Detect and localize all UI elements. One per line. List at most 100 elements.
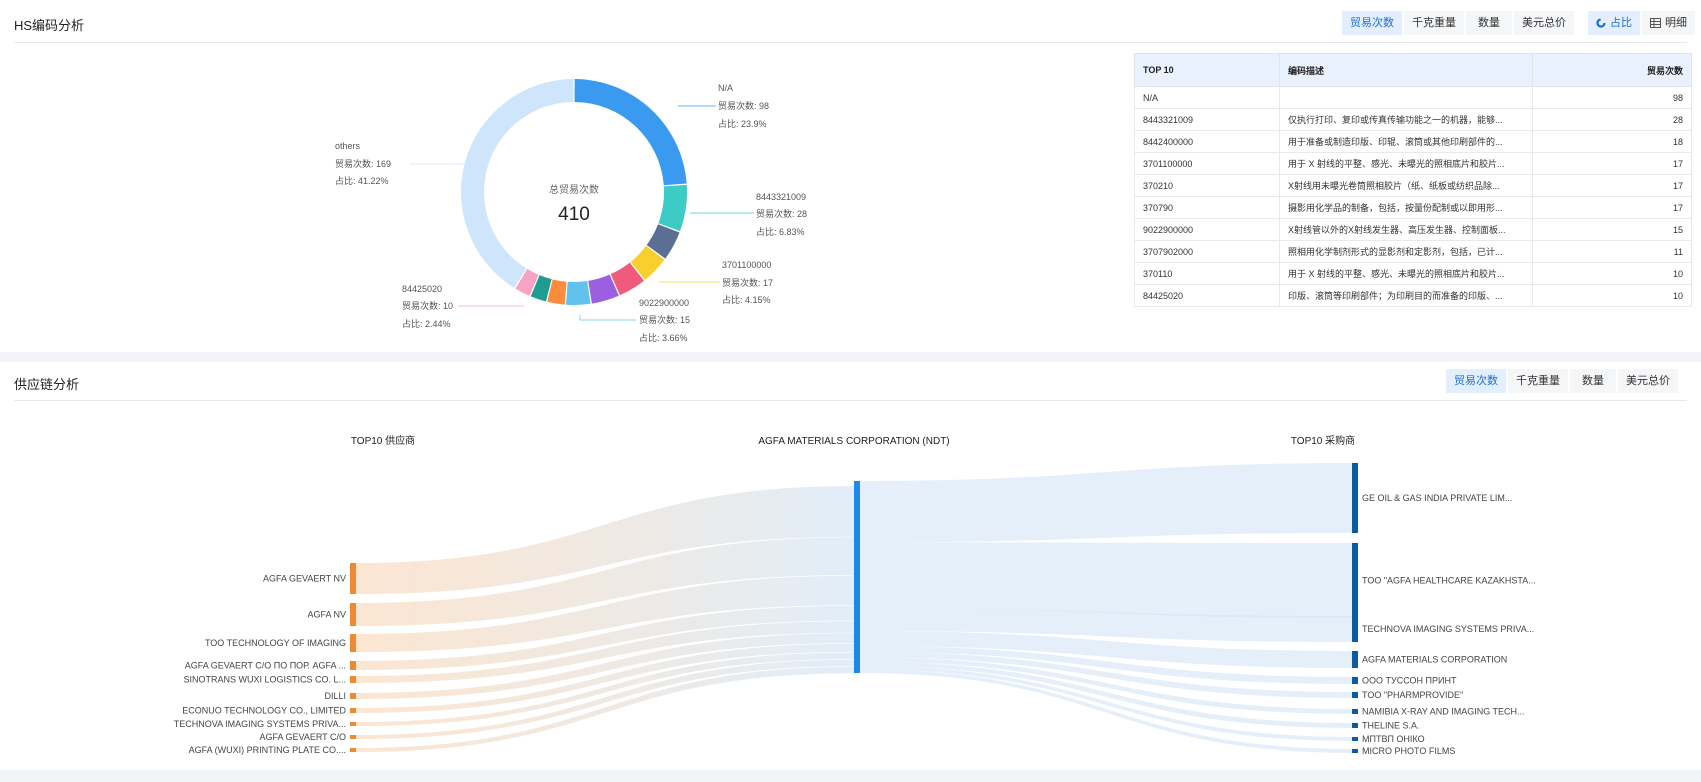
cell-code: 370210	[1134, 174, 1280, 197]
cell-count: 18	[1532, 130, 1692, 153]
cell-code: 370110	[1134, 262, 1280, 285]
buyer-label: ООО ТУССОН ПРИНТ	[1362, 676, 1457, 686]
table-header-code[interactable]: TOP 10	[1134, 53, 1280, 87]
metric-trade-count-button[interactable]: 贸易次数	[1342, 11, 1402, 35]
donut-center-value: 410	[558, 204, 590, 225]
metric-weight-button[interactable]: 千克重量	[1404, 11, 1464, 35]
table-header-desc[interactable]: 编码描述	[1279, 53, 1533, 87]
sankey-node-center[interactable]	[854, 481, 860, 673]
metric-quantity-button[interactable]: 数量	[1466, 11, 1512, 35]
sankey-node-supplier[interactable]	[350, 748, 356, 752]
sankey-node-buyer[interactable]	[1352, 749, 1358, 753]
donut-slice-n-a[interactable]	[574, 79, 687, 186]
hs-view-buttons: 占比 明细	[1586, 11, 1695, 35]
supply-chain-panel: 供应链分析 贸易次数 千克重量 数量 美元总价 AGFA GEVAERT NV A…	[0, 362, 1701, 770]
supply-sankey-chart: AGFA GEVAERT NV AGFA NV TOO TECHNOLOGY OF …	[174, 434, 1536, 756]
sankey-link-buyer[interactable]	[858, 463, 1356, 543]
sankey-node-buyer[interactable]	[1352, 463, 1358, 533]
table-header-count[interactable]: 贸易次数	[1532, 53, 1692, 87]
buyer-label: MICRO PHOTO FILMS	[1362, 746, 1455, 756]
view-ratio-button[interactable]: 占比	[1588, 11, 1640, 35]
sankey-node-supplier[interactable]	[350, 563, 356, 594]
sankey-node-supplier[interactable]	[350, 708, 356, 713]
hs-code-panel: HS编码分析 贸易次数 千克重量 数量 美元总价 占比 明细 总贸易次数 410…	[0, 0, 1701, 352]
buyer-label: TOO "AGFA HEALTHCARE KAZAKHSTA...	[1362, 576, 1536, 586]
slice-label-count: 贸易次数: 17	[722, 277, 773, 288]
slice-label-code: 8443321009	[756, 192, 806, 202]
cell-count: 98	[1532, 86, 1692, 109]
donut-slice-9022900000[interactable]	[566, 281, 591, 306]
sankey-node-buyer[interactable]	[1352, 677, 1358, 684]
view-detail-button[interactable]: 明细	[1642, 11, 1695, 35]
table-icon	[1650, 18, 1661, 29]
buyer-label: THELINE S.A.	[1362, 721, 1420, 731]
cell-description	[1279, 86, 1533, 109]
slice-label-count: 贸易次数: 10	[402, 300, 453, 311]
buyer-label: GE OIL & GAS INDIA PRIVATE LIM...	[1362, 493, 1512, 503]
slice-label-code: 9022900000	[639, 298, 689, 308]
cell-description: 印版、滚筒等印刷部件；为印刷目的而准备的印版、...	[1279, 284, 1533, 307]
sankey-link-buyer[interactable]	[858, 542, 1356, 618]
slice-label-pct: 占比: 41.22%	[335, 175, 389, 186]
cell-count: 15	[1532, 218, 1692, 241]
pie-icon	[1596, 18, 1606, 28]
sankey-node-buyer[interactable]	[1352, 651, 1358, 668]
slice-label-count: 贸易次数: 28	[756, 208, 807, 219]
hs-metric-buttons: 贸易次数 千克重量 数量 美元总价	[1340, 11, 1574, 35]
sankey-node-supplier[interactable]	[350, 676, 356, 683]
cell-count: 11	[1532, 240, 1692, 263]
supplier-label: AGFA (WUXI) PRINTING PLATE CO....	[189, 745, 346, 755]
buyer-label: TOO "PHARMPROVIDE"	[1362, 690, 1463, 700]
supplier-label: ECONUO TECHNOLOGY CO., LIMITED	[182, 706, 346, 716]
sankey-node-buyer[interactable]	[1352, 737, 1358, 741]
sankey-node-buyer[interactable]	[1352, 723, 1358, 728]
slice-label-pct: 占比: 23.9%	[718, 118, 767, 129]
table-row[interactable]: 3707902000 照相用化学制剂形式的显影剂和定影剂，包括，已计... 11	[1134, 240, 1692, 263]
donut-slice-others[interactable]	[461, 79, 574, 288]
donut-center-label: 总贸易次数	[549, 183, 599, 196]
cell-code: 3707902000	[1134, 240, 1280, 263]
supplier-label: DILLI	[324, 691, 346, 701]
cell-description: 仅执行打印、复印或传真传输功能之一的机器，能够...	[1279, 108, 1533, 131]
slice-label-code: N/A	[718, 83, 733, 93]
sankey-node-buyer[interactable]	[1352, 709, 1358, 714]
supplier-label: AGFA GEVAERT C/O ПО ПОР. AGFA ...	[185, 661, 346, 671]
slice-label-pct: 占比: 4.15%	[722, 294, 771, 305]
table-row[interactable]: 370790 摄影用化学品的制备，包括，按量份配制或以即用形... 17	[1134, 196, 1692, 219]
sankey-node-supplier[interactable]	[350, 735, 356, 739]
supplier-label: SINOTRANS WUXI LOGISTICS CO. L...	[183, 675, 346, 685]
sankey-node-supplier[interactable]	[350, 693, 356, 699]
cell-code: 370790	[1134, 196, 1280, 219]
donut-slice-8443321009[interactable]	[658, 184, 688, 232]
cell-code: 8443321009	[1134, 108, 1280, 131]
buyer-label: AGFA MATERIALS CORPORATION	[1362, 655, 1507, 665]
sankey-node-buyer[interactable]	[1352, 616, 1358, 642]
buyer-label: NAMIBIA X-RAY AND IMAGING TECH...	[1362, 707, 1525, 717]
supplier-label: AGFA GEVAERT C/O	[259, 732, 346, 742]
slice-label-code: 3701100000	[722, 260, 771, 270]
table-row[interactable]: 8443321009 仅执行打印、复印或传真传输功能之一的机器，能够... 28	[1134, 108, 1692, 131]
table-row[interactable]: 9022900000 X射线管以外的X射线发生器、高压发生器、控制面板... 15	[1134, 218, 1692, 241]
sankey-node-supplier[interactable]	[350, 603, 356, 626]
supplier-label: TECHNOVA IMAGING SYSTEMS PRIVA...	[174, 719, 346, 729]
metric-usd-button[interactable]: 美元总价	[1514, 11, 1574, 35]
table-row[interactable]: 370210 X射线用未曝光卷筒照相胶片（纸、纸板或纺织品除... 17	[1134, 174, 1692, 197]
cell-count: 10	[1532, 284, 1692, 307]
buyers-column-title: TOP10 采购商	[1291, 434, 1355, 447]
slice-label-code: others	[335, 141, 361, 151]
table-row[interactable]: 370110 用于 X 射线的平整、感光、未曝光的照相底片和胶片... 10	[1134, 262, 1692, 285]
suppliers-column-title: TOP10 供应商	[351, 434, 415, 447]
cell-description: 用于 X 射线的平整、感光、未曝光的照相底片和胶片...	[1279, 262, 1533, 285]
cell-description: 用于准备或制造印版、印辊、滚筒或其他印刷部件的...	[1279, 130, 1533, 153]
table-row[interactable]: 8442400000 用于准备或制造印版、印辊、滚筒或其他印刷部件的... 18	[1134, 130, 1692, 153]
sankey-node-buyer[interactable]	[1352, 543, 1358, 618]
sankey-node-supplier[interactable]	[350, 722, 356, 726]
sankey-node-buyer[interactable]	[1352, 692, 1358, 698]
sankey-node-supplier[interactable]	[350, 661, 356, 670]
table-row[interactable]: 3701100000 用于 X 射线的平整、感光、未曝光的照相底片和胶片... 17	[1134, 152, 1692, 175]
table-header-row: TOP 10 编码描述 贸易次数	[1134, 53, 1692, 87]
table-row[interactable]: 84425020 印版、滚筒等印刷部件；为印刷目的而准备的印版、... 10	[1134, 284, 1692, 307]
sankey-node-supplier[interactable]	[350, 634, 356, 652]
table-row[interactable]: N/A 98	[1134, 86, 1692, 109]
slice-label-count: 贸易次数: 98	[718, 100, 769, 111]
